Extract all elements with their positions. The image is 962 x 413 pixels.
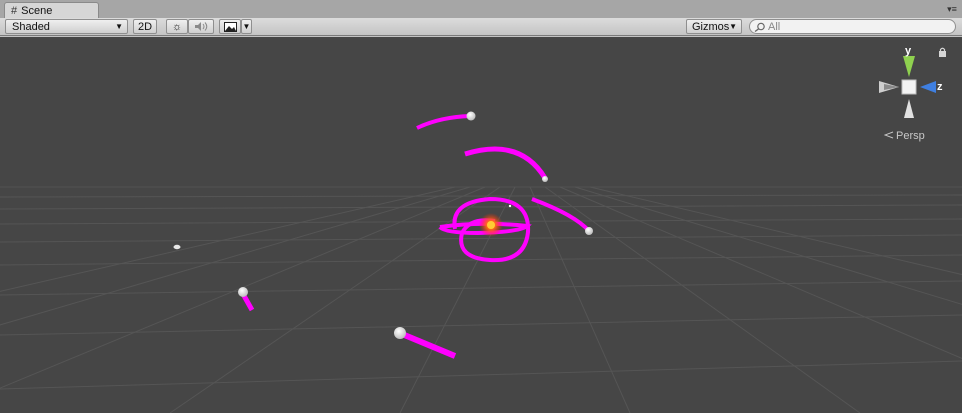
shading-mode-dropdown[interactable]: Shaded ▼: [5, 19, 128, 34]
sun-icon: ☼: [171, 20, 183, 33]
gizmo-center-cube: [901, 79, 917, 95]
lock-icon[interactable]: [938, 47, 947, 57]
planet-3: [585, 227, 593, 235]
trail-planet-5: [400, 331, 457, 359]
sun[interactable]: [479, 213, 503, 237]
trail-planet-1: [416, 114, 471, 130]
gizmos-dropdown[interactable]: Gizmos ▼: [686, 19, 742, 34]
gizmos-label: Gizmos: [692, 20, 730, 33]
tab-label: Scene: [21, 4, 53, 17]
gizmo-z-label: z: [937, 81, 943, 93]
projection-label: Persp: [896, 130, 925, 142]
planet-5: [394, 327, 406, 339]
mode-2d-button[interactable]: 2D: [133, 19, 157, 34]
scene-canvas[interactable]: y z: [0, 37, 962, 413]
orbit-trails: [240, 114, 591, 359]
moon-small: [508, 204, 512, 208]
grid-icon: #: [11, 4, 18, 17]
gizmo-y-label: y: [905, 45, 912, 57]
scene-object-small: [173, 244, 181, 250]
planet-1: [466, 111, 476, 121]
planet-2: [542, 176, 548, 182]
chevron-down-icon: ▼: [115, 22, 123, 31]
search-icon: [754, 22, 765, 32]
search-field[interactable]: All: [749, 19, 956, 34]
gizmo-z-axis-cone: [920, 81, 936, 93]
mode-2d-label: 2D: [137, 20, 153, 33]
image-icon: [223, 21, 237, 32]
planet-4: [238, 287, 248, 297]
tab-menu-icon[interactable]: ▾≡: [946, 4, 958, 14]
chevron-down-icon: ▼: [729, 22, 737, 31]
shading-mode-label: Shaded: [12, 20, 50, 33]
chevron-down-icon: ▼: [242, 22, 251, 31]
effects-toggle[interactable]: [219, 19, 241, 34]
scene-viewport[interactable]: y z Persp: [0, 37, 962, 413]
scene-window: # Scene ▾≡ Shaded ▼ 2D ☼ ▼ Gizmos ▼ All …: [0, 0, 962, 413]
audio-toggle[interactable]: [188, 19, 214, 34]
trail-planet-3: [531, 197, 591, 233]
gizmo-negy-axis-cone: [904, 99, 914, 118]
gizmo-y-axis-cone: [903, 56, 915, 77]
orientation-gizmo[interactable]: y z: [879, 45, 943, 118]
lighting-toggle[interactable]: ☼: [166, 19, 188, 34]
effects-dropdown[interactable]: ▼: [241, 19, 252, 34]
projection-toggle[interactable]: Persp: [884, 130, 925, 142]
tab-bar: # Scene ▾≡: [0, 0, 962, 19]
speaker-icon: [195, 22, 208, 31]
trail-planet-2: [464, 146, 548, 180]
scene-toolbar: Shaded ▼ 2D ☼ ▼ Gizmos ▼ All: [0, 18, 962, 36]
search-placeholder: All: [768, 20, 781, 33]
tab-scene[interactable]: # Scene: [4, 2, 99, 18]
perspective-icon: [884, 131, 894, 139]
